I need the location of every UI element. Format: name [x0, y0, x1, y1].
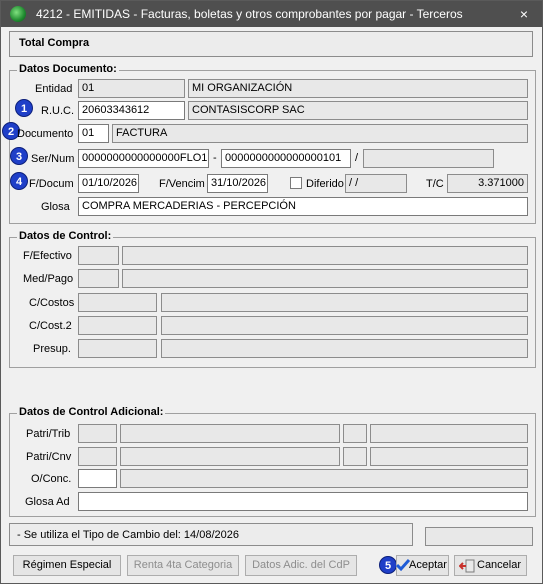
glosa-field[interactable]: COMPRA MERCADERIAS - PERCEPCIÓN [78, 197, 528, 216]
app-logo-icon [10, 6, 26, 22]
patritrib-code2-field[interactable] [343, 424, 367, 443]
close-icon[interactable]: × [514, 4, 534, 24]
status-box: - Se utiliza el Tipo de Cambio del: 14/0… [9, 523, 413, 546]
medpago-code-field[interactable] [78, 269, 119, 288]
step-badge-3: 3 [10, 147, 28, 165]
ruc-name-field[interactable]: CONTASISCORP SAC [188, 101, 528, 120]
entidad-name-field[interactable]: MI ORGANIZACIÓN [188, 79, 528, 98]
status-text: - Se utiliza el Tipo de Cambio del: 14/0… [17, 529, 239, 541]
regimen-especial-button[interactable]: Régimen Especial [13, 555, 121, 576]
serie-field[interactable]: 0000000000000000FLO1 [78, 149, 209, 168]
step-badge-4: 4 [10, 172, 28, 190]
datos-documento-title: Datos Documento: [17, 63, 119, 75]
patricnv-code2-field[interactable] [343, 447, 367, 466]
medpago-label: Med/Pago [23, 273, 74, 285]
ccost2-desc-field[interactable] [161, 316, 528, 335]
status-extra-field [425, 527, 533, 546]
sernum-extra-field[interactable] [363, 149, 494, 168]
patricnv-label: Patri/Cnv [26, 451, 72, 463]
checkmark-icon [396, 559, 410, 572]
renta-4ta-button[interactable]: Renta 4ta Categoria [127, 555, 239, 576]
entidad-code-field[interactable]: 01 [78, 79, 185, 98]
datos-adic-cdp-button[interactable]: Datos Adic. del CdP [245, 555, 357, 576]
glosa-label: Glosa [41, 201, 70, 213]
step-badge-1: 1 [15, 99, 33, 117]
documento-name-field[interactable]: FACTURA [112, 124, 528, 143]
dialog-window: 4212 - EMITIDAS - Facturas, boletas y ot… [0, 0, 543, 584]
title-bar[interactable]: 4212 - EMITIDAS - Facturas, boletas y ot… [1, 1, 542, 27]
patritrib-label: Patri/Trib [26, 428, 71, 440]
patricnv-desc-field[interactable] [120, 447, 340, 466]
datos-control-title: Datos de Control: [17, 230, 114, 242]
documento-label: Documento [17, 128, 74, 140]
fdocum-label: F/Docum [29, 178, 74, 190]
presup-label: Presup. [33, 343, 71, 355]
step-badge-5: 5 [379, 556, 397, 574]
tc-field[interactable]: 3.371000 [447, 174, 528, 193]
ccostos-label: C/Costos [29, 297, 75, 309]
tc-label: T/C [426, 178, 444, 190]
diferido-checkbox[interactable] [290, 177, 302, 189]
oconc-code-field[interactable] [78, 469, 117, 488]
ccostos-code-field[interactable] [78, 293, 157, 312]
ruc-label: R.U.C. [41, 105, 74, 117]
diferido-date-field[interactable]: / / [345, 174, 407, 193]
diferido-label: Diferido [306, 178, 344, 190]
ruc-field[interactable]: 20603343612 [78, 101, 185, 120]
patritrib-desc-field[interactable] [120, 424, 340, 443]
aceptar-button[interactable]: Aceptar [396, 555, 449, 576]
fvencim-field[interactable]: 31/10/2026 [207, 174, 268, 193]
aceptar-label: Aceptar [409, 559, 447, 571]
entidad-label: Entidad [35, 83, 73, 95]
patricnv-code-field[interactable] [78, 447, 117, 466]
sernum-separator-slash: / [355, 152, 359, 164]
window-title: 4212 - EMITIDAS - Facturas, boletas y ot… [36, 7, 463, 21]
fefectivo-label: F/Efectivo [23, 250, 72, 262]
glosa-ad-label: Glosa Ad [25, 496, 70, 508]
numero-field[interactable]: 0000000000000000101 [221, 149, 351, 168]
ccost2-label: C/Cost.2 [29, 320, 72, 332]
ccost2-code-field[interactable] [78, 316, 157, 335]
patritrib-code-field[interactable] [78, 424, 117, 443]
total-compra-box: Total Compra [9, 31, 533, 57]
sernum-separator-dash: - [213, 152, 217, 164]
fvencim-label: F/Vencim [159, 178, 205, 190]
oconc-label: O/Conc. [31, 473, 72, 485]
presup-desc-field[interactable] [161, 339, 528, 358]
ccostos-desc-field[interactable] [161, 293, 528, 312]
patritrib-desc2-field[interactable] [370, 424, 528, 443]
cancelar-label: Cancelar [477, 559, 522, 571]
exit-door-icon [459, 559, 475, 573]
medpago-desc-field[interactable] [122, 269, 528, 288]
datos-control-adicional-title: Datos de Control Adicional: [17, 406, 166, 418]
glosa-ad-field[interactable] [78, 492, 528, 511]
documento-code-field[interactable]: 01 [78, 124, 109, 143]
fefectivo-code-field[interactable] [78, 246, 119, 265]
presup-code-field[interactable] [78, 339, 157, 358]
cancelar-button[interactable]: Cancelar [454, 555, 527, 576]
total-compra-label: Total Compra [19, 37, 90, 49]
fefectivo-desc-field[interactable] [122, 246, 528, 265]
fdocum-field[interactable]: 01/10/2026 [78, 174, 139, 193]
sernum-label: Ser/Num [31, 153, 75, 165]
patricnv-desc2-field[interactable] [370, 447, 528, 466]
oconc-desc-field[interactable] [120, 469, 528, 488]
